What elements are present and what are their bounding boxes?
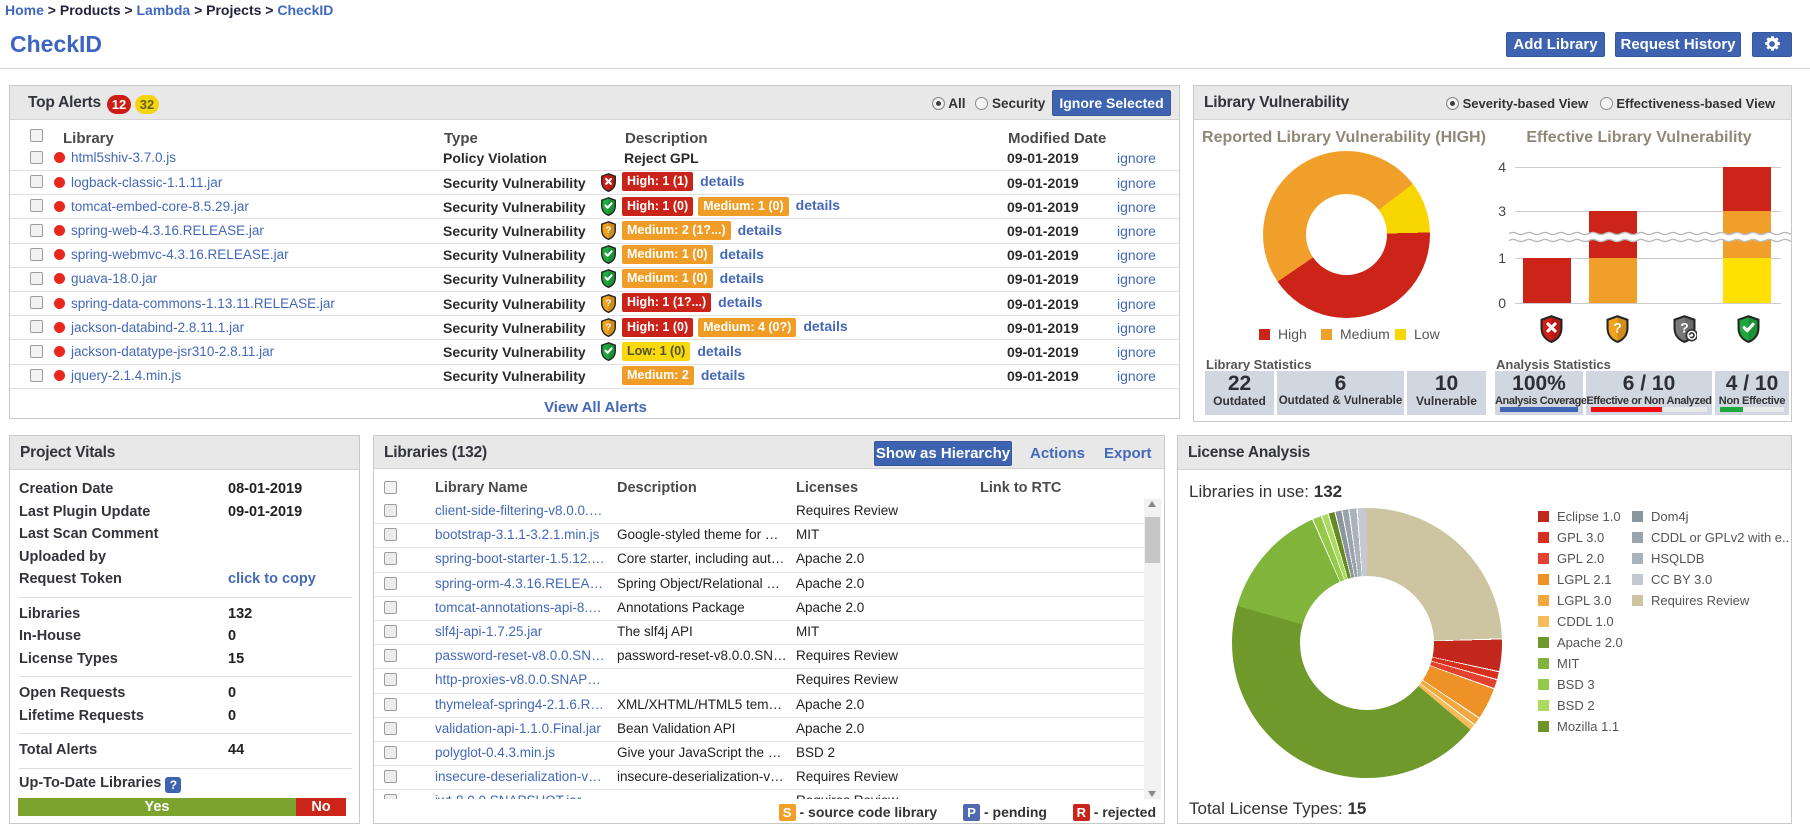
svg-text:?: ?: [1613, 319, 1622, 335]
svg-text:?: ?: [606, 297, 612, 308]
svg-text:?: ?: [606, 225, 612, 236]
svg-text:?: ?: [606, 322, 612, 333]
